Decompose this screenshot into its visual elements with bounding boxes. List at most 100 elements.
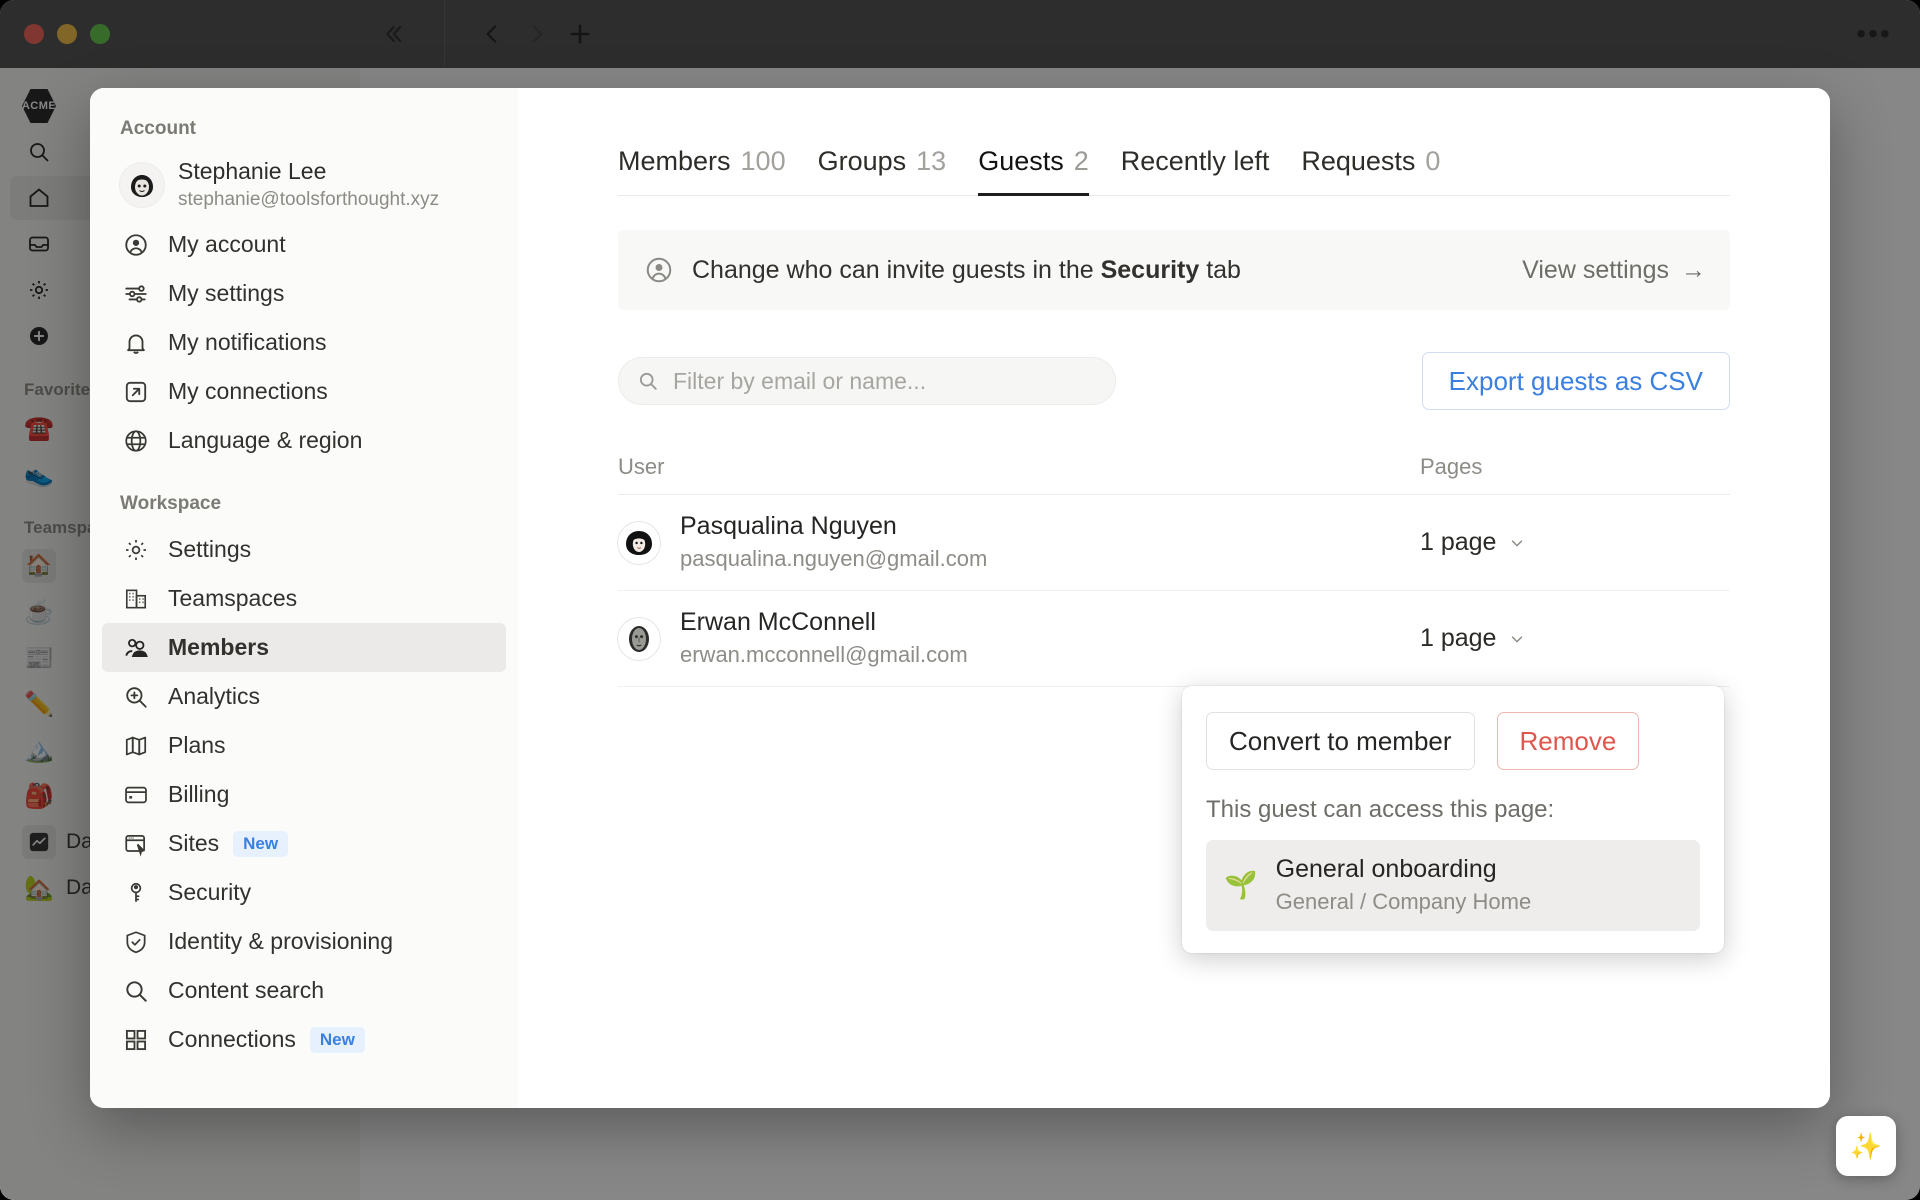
popover-page-title: General onboarding — [1275, 855, 1497, 883]
map-icon — [120, 730, 152, 762]
sidebar-item-teamspaces[interactable]: Teamspaces — [102, 574, 506, 623]
tab-recently-left[interactable]: Recently left — [1121, 146, 1270, 196]
sidebar-item-my-account[interactable]: My account — [102, 220, 506, 269]
sidebar-item-label: Teamspaces — [168, 585, 298, 612]
sidebar-item-language-region[interactable]: Language & region — [102, 416, 506, 465]
sidebar-item-members[interactable]: Members — [102, 623, 506, 673]
seedling-emoji-icon: 🌱 — [1224, 870, 1258, 901]
tab-requests[interactable]: Requests 0 — [1301, 146, 1440, 196]
search-placeholder: Filter by email or name... — [673, 367, 927, 394]
table-row[interactable]: Pasqualina Nguyen pasqualina.nguyen@gmai… — [618, 495, 1730, 591]
sidebar-item-label: Security — [168, 879, 252, 906]
globe-icon — [120, 425, 152, 457]
popover-actions: Convert to member Remove — [1206, 712, 1700, 770]
sliders-icon — [120, 278, 152, 310]
sidebar-item-plans[interactable]: Plans — [102, 721, 506, 770]
row-pages-dropdown[interactable]: 1 page — [1420, 528, 1730, 557]
sidebar-item-analytics[interactable]: Analytics — [102, 672, 506, 721]
workspace-section-label: Workspace — [120, 493, 222, 515]
bell-icon — [120, 327, 152, 359]
window-cursor-icon — [120, 828, 152, 860]
chevron-down-icon — [1508, 630, 1526, 648]
people-icon — [120, 632, 152, 664]
magnify-plus-icon — [120, 681, 152, 713]
sidebar-item-label: My connections — [168, 378, 328, 405]
sidebar-item-label: Sites — [168, 830, 220, 857]
credit-card-icon — [120, 779, 152, 811]
avatar — [618, 521, 660, 564]
sidebar-item-label: Content search — [168, 977, 324, 1004]
tab-label: Recently left — [1120, 146, 1270, 176]
sparkle-icon: ✨ — [1849, 1130, 1883, 1161]
row-user-cell: Pasqualina Nguyen pasqualina.nguyen@gmai… — [618, 511, 1420, 574]
tab-label: Members — [618, 146, 731, 176]
person-circle-icon — [120, 229, 152, 261]
sidebar-item-label: Billing — [168, 781, 230, 808]
search-input[interactable]: Filter by email or name... — [618, 357, 1116, 405]
row-user-cell: Erwan McConnell erwan.mcconnell@gmail.co… — [618, 607, 1420, 670]
popover-caption: This guest can access this page: — [1206, 796, 1555, 823]
guest-actions-popover: Convert to member Remove This guest can … — [1182, 686, 1724, 953]
avatar — [618, 617, 660, 660]
guest-invite-banner: Change who can invite guests in the Secu… — [618, 230, 1730, 310]
sidebar-item-my-notifications[interactable]: My notifications — [102, 318, 506, 367]
key-icon — [120, 877, 152, 909]
breadcrumb: General / Company Home — [1275, 889, 1532, 915]
guests-table: User Pages Pasqualina Nguyen pasqualina.… — [618, 454, 1730, 687]
sidebar-item-content-search[interactable]: Content search — [102, 966, 506, 1015]
tab-count: 13 — [916, 146, 947, 176]
account-row[interactable]: Stephanie Lee stephanie@toolsforthought.… — [102, 150, 506, 220]
sidebar-item-label: Connections — [168, 1026, 296, 1053]
banner-text: Change who can invite guests in the Secu… — [692, 256, 1241, 285]
column-header-user: User — [618, 454, 665, 479]
search-icon — [120, 975, 152, 1007]
convert-to-member-button[interactable]: Convert to member — [1206, 712, 1475, 770]
members-tabs: Members 100 Groups 13 Guests 2 Recently … — [618, 146, 1730, 196]
members-panel: Members 100 Groups 13 Guests 2 Recently … — [518, 88, 1830, 1108]
sidebar-item-label: My settings — [168, 280, 285, 307]
sidebar-item-settings[interactable]: Settings — [102, 525, 506, 574]
app-window: ACME Favorites — [0, 0, 1920, 1200]
sidebar-item-security[interactable]: Security — [102, 868, 506, 917]
row-user-name: Erwan McConnell — [680, 608, 876, 637]
sidebar-item-my-settings[interactable]: My settings — [102, 269, 506, 318]
sidebar-item-billing[interactable]: Billing — [102, 770, 506, 819]
row-user-name: Pasqualina Nguyen — [680, 512, 897, 541]
view-settings-link[interactable]: View settings → — [1522, 256, 1706, 285]
settings-sidebar: Account Stephanie Lee stephanie@toolsfor… — [90, 88, 518, 1108]
row-pages-dropdown[interactable]: 1 page — [1420, 624, 1730, 653]
arrow-right-icon: → — [1681, 255, 1706, 284]
table-header: User Pages — [618, 454, 1730, 495]
tab-guests[interactable]: Guests 2 — [978, 146, 1089, 196]
arrow-out-icon — [120, 376, 152, 408]
sidebar-item-label: Analytics — [168, 683, 261, 710]
account-name: Stephanie Lee — [178, 158, 327, 184]
gear-icon — [120, 534, 152, 566]
banner-text-before: Change who can invite guests in the — [692, 255, 1101, 284]
ai-assistant-button[interactable]: ✨ — [1836, 1116, 1896, 1176]
tab-groups[interactable]: Groups 13 — [818, 146, 947, 196]
banner-text-bold: Security — [1100, 255, 1200, 284]
sidebar-item-label: Language & region — [168, 427, 363, 454]
filter-row: Filter by email or name... Export guests… — [618, 352, 1730, 410]
tab-label: Guests — [978, 146, 1064, 176]
sidebar-item-identity-provisioning[interactable]: Identity & provisioning — [102, 917, 506, 966]
row-user-email: pasqualina.nguyen@gmail.com — [680, 546, 988, 572]
shield-check-icon — [120, 926, 152, 958]
account-email: stephanie@toolsforthought.xyz — [178, 188, 440, 210]
tab-members[interactable]: Members 100 — [618, 146, 786, 196]
sidebar-item-label: Identity & provisioning — [168, 928, 394, 955]
column-header-pages: Pages — [1420, 454, 1483, 479]
sidebar-item-sites[interactable]: Sites New — [102, 819, 506, 868]
table-row[interactable]: Erwan McConnell erwan.mcconnell@gmail.co… — [618, 591, 1730, 687]
sidebar-item-label: My notifications — [168, 329, 327, 356]
popover-page-item[interactable]: 🌱 General onboarding General / Company H… — [1206, 840, 1700, 931]
sidebar-item-label: Settings — [168, 536, 252, 563]
remove-guest-button[interactable]: Remove — [1496, 712, 1640, 770]
sidebar-item-connections[interactable]: Connections New — [102, 1015, 506, 1064]
export-guests-csv-button[interactable]: Export guests as CSV — [1421, 352, 1730, 410]
sidebar-item-my-connections[interactable]: My connections — [102, 367, 506, 416]
person-circle-icon — [644, 255, 674, 285]
tab-count: 100 — [740, 146, 786, 176]
row-pages-label: 1 page — [1420, 624, 1497, 652]
